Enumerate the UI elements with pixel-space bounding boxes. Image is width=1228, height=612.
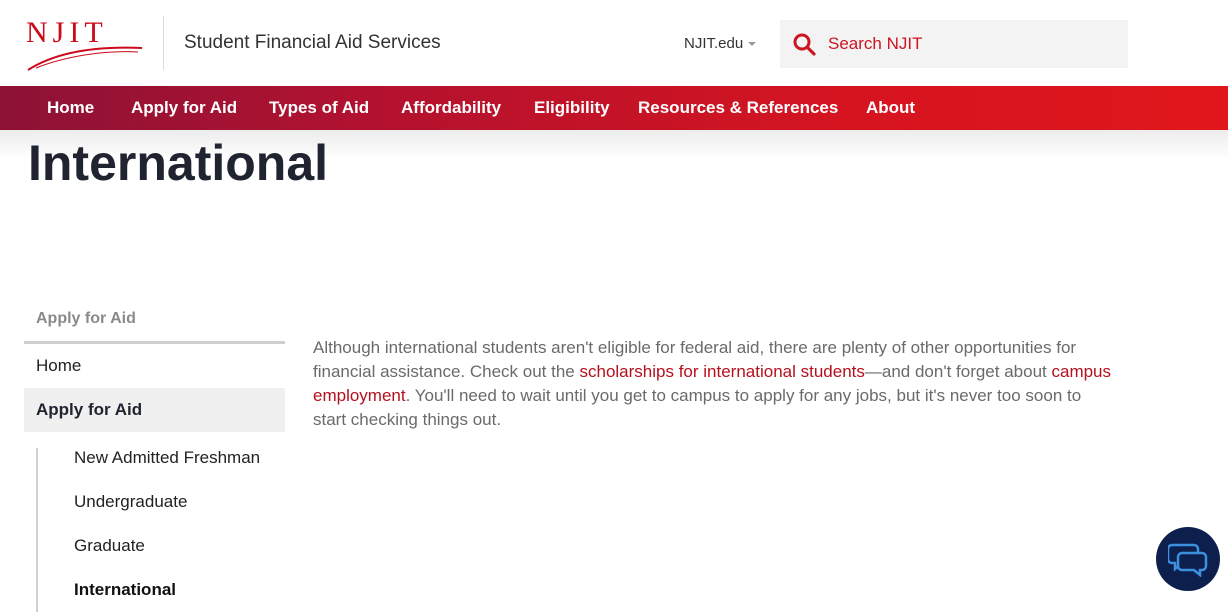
nav-item-affordability[interactable]: Affordability <box>401 97 501 119</box>
scholarships-link[interactable]: scholarships for international students <box>579 362 864 381</box>
content-paragraph: Although international students aren't e… <box>313 336 1118 432</box>
search-input[interactable]: Search NJIT <box>828 33 922 55</box>
nav-item-about[interactable]: About <box>866 97 915 119</box>
site-title[interactable]: Student Financial Aid Services <box>184 31 441 55</box>
sidebar-heading: Apply for Aid <box>36 310 136 327</box>
page-title: International <box>28 135 329 191</box>
nav-item-types-of-aid[interactable]: Types of Aid <box>269 97 369 119</box>
nav-item-eligibility[interactable]: Eligibility <box>534 97 610 119</box>
sidebar-subitem-international[interactable]: International <box>74 579 176 601</box>
submenu-indent-line <box>36 448 38 612</box>
main-nav: Home Apply for Aid Types of Aid Affordab… <box>0 86 1228 130</box>
sidebar-item-label: Apply for Aid <box>36 400 143 419</box>
content-text: —and don't forget about <box>864 362 1052 381</box>
header-divider <box>163 16 164 70</box>
njit-edu-menu[interactable]: NJIT.edu <box>684 34 757 54</box>
nav-item-resources-references[interactable]: Resources & References <box>638 97 838 119</box>
site-header: NJIT Student Financial Aid Services NJIT… <box>0 0 1228 86</box>
njit-edu-label: NJIT.edu <box>684 35 744 52</box>
chat-bubbles-icon <box>1168 543 1208 577</box>
logo-swoosh-icon <box>27 46 143 71</box>
search-icon[interactable] <box>792 32 816 56</box>
sidebar-item-home[interactable]: Home <box>36 355 81 377</box>
sidebar-subitem-graduate[interactable]: Graduate <box>74 535 145 557</box>
nav-item-home[interactable]: Home <box>47 97 94 119</box>
chevron-down-icon <box>748 42 757 47</box>
search-box[interactable]: Search NJIT <box>780 20 1128 68</box>
content-text: . You'll need to wait until you get to c… <box>313 386 1082 429</box>
chat-button[interactable] <box>1156 527 1220 591</box>
nav-item-apply-for-aid[interactable]: Apply for Aid <box>131 97 237 119</box>
sidebar-item-apply-for-aid[interactable]: Apply for Aid <box>24 388 285 432</box>
sidebar-divider <box>24 341 285 344</box>
sidebar-subitem-undergraduate[interactable]: Undergraduate <box>74 491 187 513</box>
sidebar-subitem-new-admitted-freshman[interactable]: New Admitted Freshman <box>74 447 260 469</box>
njit-logo[interactable]: NJIT <box>26 16 144 74</box>
